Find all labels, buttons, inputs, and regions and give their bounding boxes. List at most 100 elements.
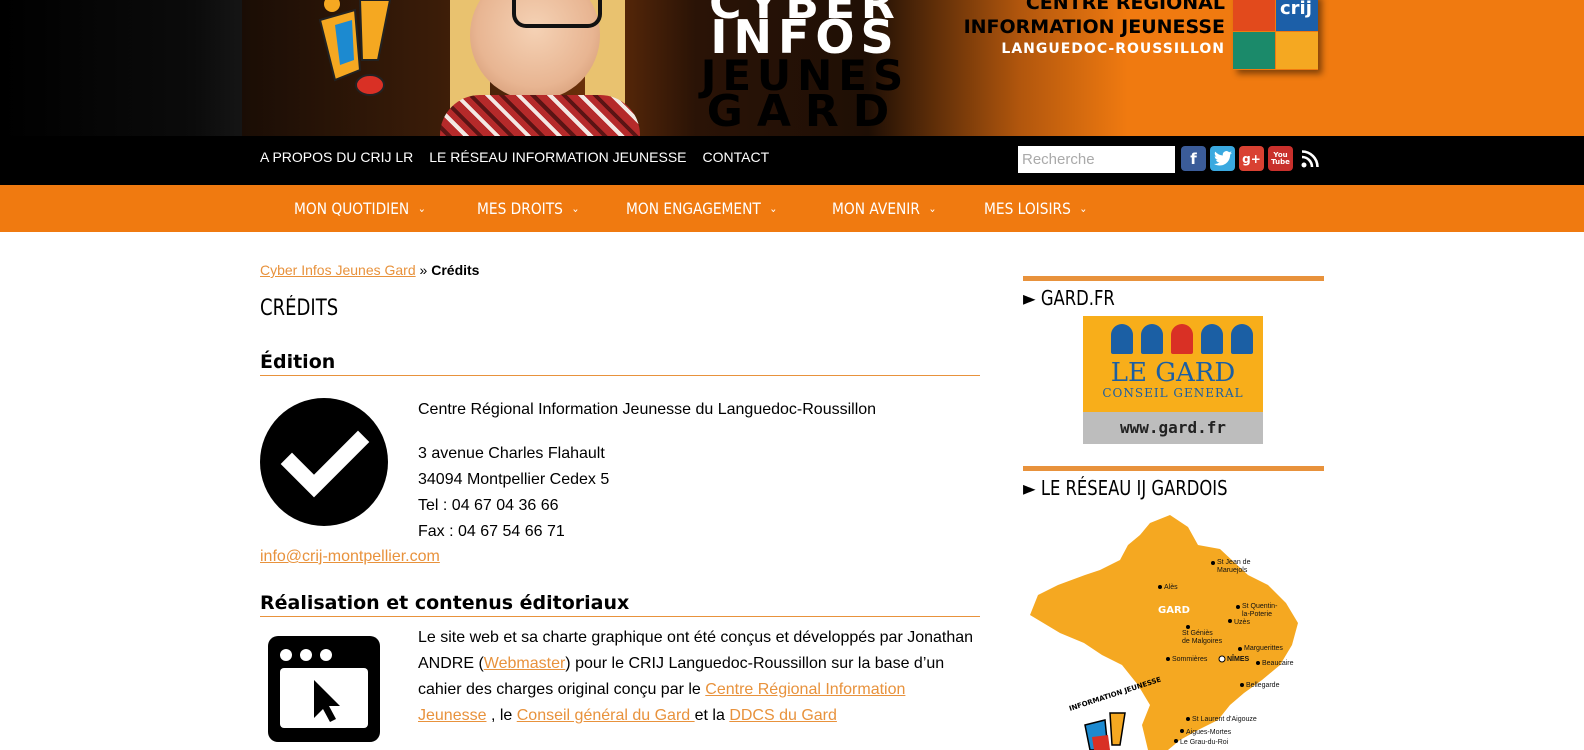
- sidebar-box-divider: [1023, 466, 1324, 471]
- gard-figure: [1231, 324, 1253, 354]
- sidebar-heading-gard: ► GARD.FR: [1023, 286, 1115, 310]
- window-dot: [320, 649, 332, 661]
- map-town-dot: [1174, 739, 1178, 743]
- logo-line-4: GARD: [706, 86, 904, 136]
- facebook-icon[interactable]: f: [1181, 146, 1206, 171]
- browser-window-icon: [268, 636, 380, 742]
- nav-label: MON ENGAGEMENT: [626, 199, 762, 218]
- toplink-contact[interactable]: CONTACT: [703, 149, 770, 165]
- map-town-label: St Jean de: [1217, 559, 1251, 566]
- crij-title-line-2: INFORMATION JEUNESSE: [963, 16, 1225, 38]
- nav-mes-loisirs[interactable]: MES LOISIRS ⌄: [984, 185, 1087, 232]
- gard-logo-figures: [1111, 324, 1253, 354]
- chevron-down-icon: ⌄: [928, 202, 937, 215]
- edition-address-2: 34094 Montpellier Cedex 5: [418, 471, 610, 488]
- crij-title-line-3: LANGUEDOC-ROUSSILLON: [1001, 41, 1225, 57]
- map-town-label: Le Grau-du-Roi: [1180, 739, 1229, 746]
- banner-left-panel: [0, 0, 242, 136]
- rss-icon[interactable]: [1297, 146, 1322, 171]
- googleplus-icon[interactable]: g+: [1239, 146, 1264, 171]
- edition-fax: Fax : 04 67 54 66 71: [418, 523, 565, 540]
- gard-logo-name: LE GARD: [1110, 358, 1236, 388]
- webmaster-link[interactable]: Webmaster: [484, 655, 566, 672]
- gard-logo-banner[interactable]: LE GARD CONSEIL GENERAL www.gard.fr: [1083, 316, 1263, 444]
- section-heading-edition: Édition: [260, 351, 980, 376]
- edition-org: Centre Régional Information Jeunesse du …: [418, 401, 877, 418]
- map-town-dot: [1240, 683, 1244, 687]
- gard-figure: [1201, 324, 1223, 354]
- gard-figure: [1141, 324, 1163, 354]
- site-banner[interactable]: CYBER INFOS JEUNES GARD CENTRE RÉGIONAL …: [0, 0, 1584, 136]
- map-town-label: Aigues-Mortes: [1186, 729, 1232, 736]
- toplink-network[interactable]: LE RÉSEAU INFORMATION JEUNESSE: [429, 149, 686, 165]
- nav-mes-droits[interactable]: MES DROITS ⌄: [477, 185, 579, 232]
- map-town-label: Beaucaire: [1262, 660, 1294, 667]
- search-input[interactable]: [1018, 146, 1175, 173]
- conseil-general-link[interactable]: Conseil général du Gard: [517, 707, 695, 724]
- window-pane: [280, 668, 368, 728]
- edition-details: Centre Régional Information Jeunesse du …: [418, 397, 876, 545]
- map-town-dot: [1186, 717, 1190, 721]
- crij-logo-text: crij: [1280, 0, 1312, 19]
- ddcs-link[interactable]: DDCS du Gard: [729, 707, 837, 724]
- top-links: A PROPOS DU CRIJ LR LE RÉSEAU INFORMATIO…: [260, 149, 769, 165]
- check-circle-icon: [260, 398, 388, 526]
- twitter-icon[interactable]: [1210, 146, 1235, 171]
- chevron-down-icon: ⌄: [1079, 202, 1088, 215]
- window-dot: [300, 649, 312, 661]
- breadcrumb: Cyber Infos Jeunes Gard » Crédits: [260, 262, 479, 278]
- map-town-label: Alès: [1164, 584, 1178, 591]
- main-nav-items: MON QUOTIDIEN ⌄ MES DROITS ⌄ MON ENGAGEMEN…: [294, 185, 1134, 232]
- realisation-text-4: et la: [694, 707, 730, 724]
- nav-label: MES LOISIRS: [983, 199, 1071, 218]
- crij-title-line-1: CENTRE RÉGIONAL: [1025, 0, 1225, 14]
- breadcrumb-home-link[interactable]: Cyber Infos Jeunes Gard: [260, 262, 416, 278]
- gard-logo-sub: CONSEIL GENERAL: [1102, 386, 1244, 400]
- map-town-label: St Géniès: [1182, 630, 1213, 637]
- map-town-dot: [1236, 605, 1240, 609]
- map-town-dot: [1256, 661, 1260, 665]
- toplink-about[interactable]: A PROPOS DU CRIJ LR: [260, 149, 413, 165]
- chevron-down-icon: ⌄: [417, 202, 426, 215]
- sidebar-box-divider: [1023, 276, 1324, 281]
- nav-mon-quotidien[interactable]: MON QUOTIDIEN ⌄: [294, 185, 426, 232]
- youtube-icon[interactable]: You Tube: [1268, 146, 1293, 171]
- nav-mon-avenir[interactable]: MON AVENIR ⌄: [832, 185, 936, 232]
- map-town-label: Bellegarde: [1246, 682, 1280, 689]
- map-town-dot: [1186, 625, 1190, 629]
- section-heading-realisation: Réalisation et contenus éditoriaux: [260, 592, 980, 617]
- nav-mon-engagement[interactable]: MON ENGAGEMENT ⌄: [626, 185, 777, 232]
- email-link[interactable]: info@crij-montpellier.com: [260, 548, 440, 566]
- map-town-dot: [1228, 619, 1232, 623]
- social-links: f g+ You Tube: [1181, 146, 1322, 171]
- banner-photo-shirt: [440, 95, 640, 136]
- realisation-text-3: , le: [486, 707, 517, 724]
- mascot-logo-icon: [318, 0, 392, 96]
- map-town-dot: [1211, 561, 1215, 565]
- chevron-down-icon: ⌄: [769, 202, 778, 215]
- map-region-label: GARD: [1158, 605, 1190, 616]
- crij-logo-quadrant: [1276, 32, 1318, 69]
- realisation-text: Le site web et sa charte graphique ont é…: [418, 625, 978, 729]
- edition-address-1: 3 avenue Charles Flahault: [418, 445, 605, 462]
- map-town-label: NÎMES: [1227, 654, 1250, 663]
- edition-tel: Tel : 04 67 04 36 66: [418, 497, 559, 514]
- top-bar: A PROPOS DU CRIJ LR LE RÉSEAU INFORMATIO…: [0, 136, 1584, 185]
- map-town-dot: [1180, 729, 1184, 733]
- chevron-down-icon: ⌄: [571, 202, 580, 215]
- window-dot: [280, 649, 292, 661]
- gard-logo-url: www.gard.fr: [1083, 412, 1263, 444]
- nav-label: MES DROITS: [477, 199, 564, 218]
- map-town-label: Uzès: [1234, 619, 1250, 626]
- gard-figure: [1171, 324, 1193, 354]
- map-town-dot: [1238, 647, 1242, 651]
- gard-network-map[interactable]: GARD St Jean de Maruejols Alès St Quenti…: [1030, 515, 1320, 750]
- crij-logo[interactable]: crij: [1233, 0, 1318, 70]
- map-town-label: de Malgoires: [1182, 638, 1223, 645]
- map-town-dot: [1166, 657, 1170, 661]
- gard-map-shape: [1030, 515, 1298, 750]
- banner-photo-glasses: [512, 0, 602, 28]
- sidebar-heading-reseau: ► LE RÉSEAU IJ GARDOIS: [1023, 476, 1228, 500]
- map-town-label: Sommières: [1172, 656, 1208, 663]
